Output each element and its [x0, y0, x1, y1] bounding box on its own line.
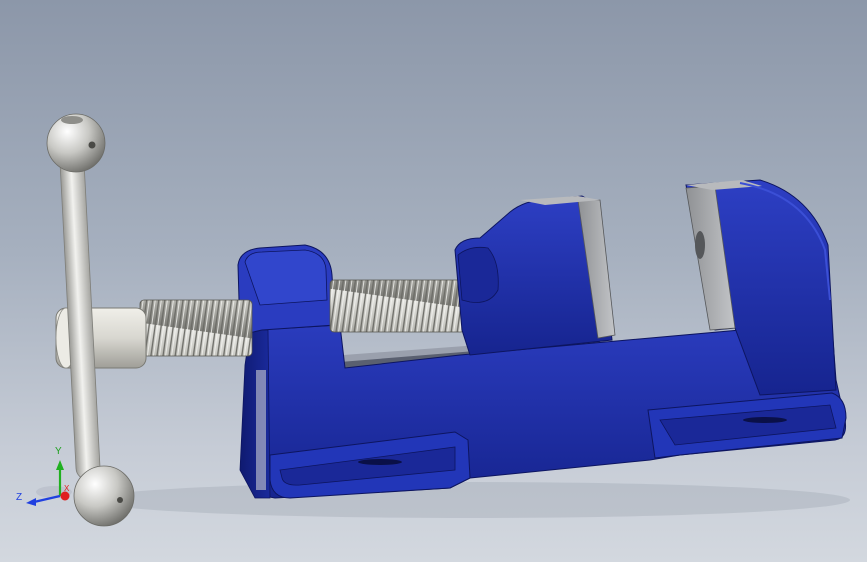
3d-viewport[interactable]: Y Z X [0, 0, 867, 562]
fixed-jaw-hole [695, 231, 705, 259]
screw-block-top [244, 249, 328, 306]
x-axis-label: X [64, 484, 70, 493]
base-left-inset [256, 370, 266, 490]
ball-top-hole [88, 141, 96, 149]
vise-model[interactable] [0, 0, 867, 562]
orientation-triad: Y Z X [16, 446, 72, 506]
z-axis-arrow [26, 498, 36, 506]
ground-shadow [90, 482, 850, 518]
mount-slot-left [358, 459, 402, 465]
z-axis-label: Z [16, 492, 22, 503]
lead-screw-left[interactable] [139, 299, 253, 357]
ball-top-flat [61, 116, 83, 124]
ball-bottom-hole [117, 497, 123, 503]
movable-jaw-scoop [457, 246, 499, 303]
mount-slot-right [743, 417, 787, 423]
lead-screw-middle[interactable] [329, 279, 466, 333]
y-axis-label: Y [55, 446, 62, 457]
y-axis-arrow [56, 460, 64, 470]
